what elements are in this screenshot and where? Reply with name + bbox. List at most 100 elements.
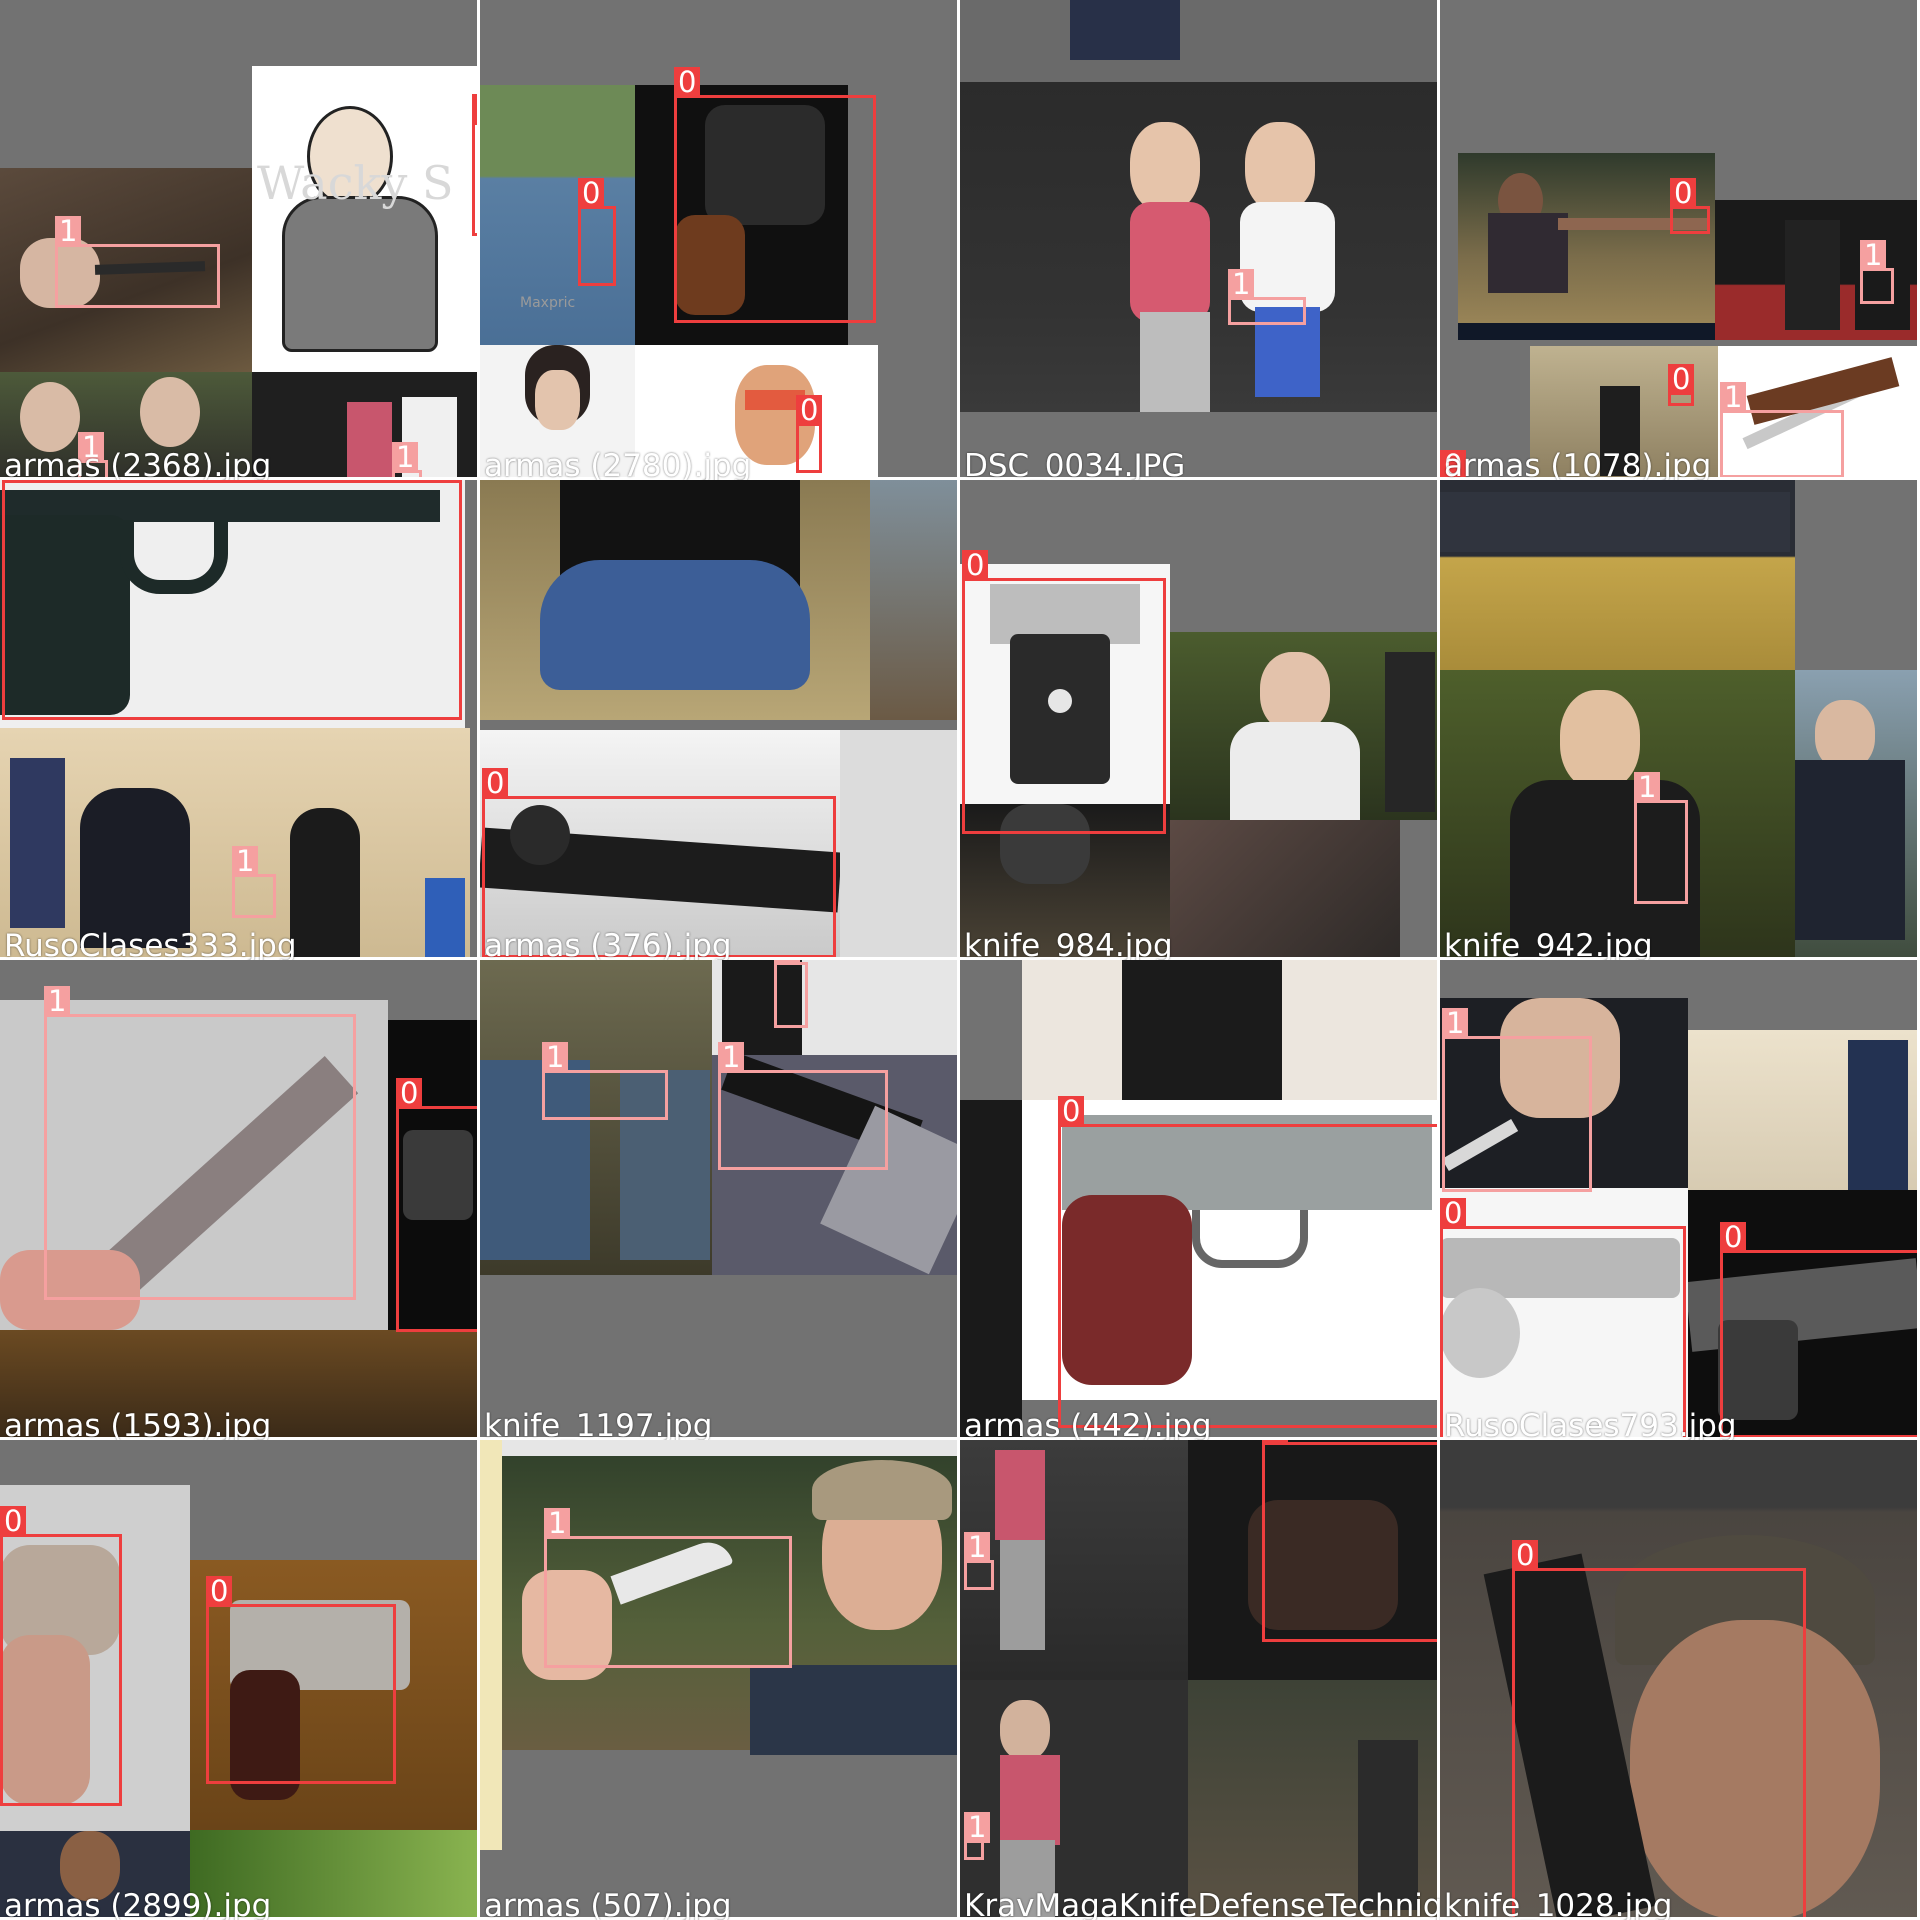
bbox-label: 0 — [1668, 364, 1695, 395]
mosaic-tile: 0 1 RusoClases333.jpg — [0, 480, 480, 960]
bbox-class-1: 1 — [55, 216, 220, 308]
photo — [960, 1100, 1022, 1440]
bbox-label: 0 — [796, 395, 823, 426]
bbox-label: 1 — [392, 442, 419, 473]
mosaic-tile: 1 DSC_0034.JPG — [960, 0, 1440, 480]
image-filename: armas (2899).jpg — [4, 1888, 272, 1920]
bbox-label: 1 — [544, 1508, 571, 1539]
bbox-class-0: 0 — [796, 395, 823, 473]
bbox-class-1: 1 — [718, 1042, 888, 1170]
bbox-label: 1 — [1860, 240, 1887, 271]
image-filename: armas (507).jpg — [484, 1888, 732, 1920]
bbox-label: 1 — [44, 986, 71, 1017]
bbox-label: 0 — [962, 550, 989, 581]
photo — [960, 1440, 1188, 1680]
bbox-class-0: 0 — [1058, 1096, 1440, 1428]
photo — [840, 730, 960, 960]
bbox-class-0: 0 — [472, 94, 480, 236]
bbox-label: 1 — [1634, 772, 1661, 803]
image-filename: knife_984.jpg — [964, 928, 1173, 960]
bbox-class-0: 0 — [578, 178, 616, 286]
photo — [870, 480, 960, 720]
mosaic-tile: Wacky S 1 0 1 0 1 armas (2368).jpg — [0, 0, 480, 480]
bbox-label: 1 — [964, 1812, 991, 1843]
image-filename: RusoClases333.jpg — [4, 928, 297, 960]
bbox-label: 0 — [674, 67, 701, 98]
bbox-class-0: 0 — [1512, 1540, 1806, 1920]
image-filename: armas (1593).jpg — [4, 1408, 272, 1440]
mosaic-tile: 1 0 0 RusoClases793.jpg — [1440, 960, 1920, 1440]
bbox-class-1: 1 — [774, 960, 808, 1028]
bbox-label: 0 — [1670, 178, 1697, 209]
bbox-class-1: 1 — [1860, 240, 1894, 304]
mosaic-tile: 0 1 knife_942.jpg — [1440, 480, 1920, 960]
bbox-label: 0 — [1720, 1222, 1747, 1253]
bbox-label: 0 — [1512, 1540, 1539, 1571]
bbox-class-0: 0 — [396, 1078, 480, 1332]
bbox-class-0: 0 — [206, 1576, 396, 1784]
mosaic-tile: 1 0 armas (1593).jpg — [0, 960, 480, 1440]
mosaic-tile: Maxpric 0 0 0 armas (2780).jpg — [480, 0, 960, 480]
bbox-class-1: 1 — [1720, 382, 1844, 478]
mosaic-tile: 0 armas (442).jpg — [960, 960, 1440, 1440]
bbox-class-1: 1 — [1634, 772, 1688, 904]
bbox-label: 0 — [472, 94, 480, 125]
bbox-label: 0 — [482, 768, 509, 799]
photo — [1170, 632, 1440, 820]
image-filename: DSC_0034.JPG — [964, 448, 1186, 480]
bbox-class-0: 0 — [2, 480, 462, 720]
image-filename: knife_942.jpg — [1444, 928, 1653, 960]
bbox-label: 1 — [1442, 1008, 1469, 1039]
photo — [480, 1440, 502, 1850]
image-filename: RusoClases793.jpg — [1444, 1408, 1737, 1440]
image-filename: knife_1197.jpg — [484, 1408, 713, 1440]
mosaic-tile: 0 0 armas (2899).jpg — [0, 1440, 480, 1920]
photo — [960, 1680, 1188, 1920]
image-filename: armas (442).jpg — [964, 1408, 1212, 1440]
bbox-label: 0 — [2, 480, 29, 483]
photo — [480, 480, 870, 720]
mosaic-grid: Wacky S 1 0 1 0 1 armas (2368).jpg Maxpr… — [0, 0, 1920, 1920]
photo: Wacky S — [252, 66, 480, 372]
bbox-label: 0 — [1440, 1198, 1467, 1229]
bbox-label: 0 — [396, 1078, 423, 1109]
photo — [960, 82, 1440, 412]
mosaic-tile: 1 0 1 KravMagaKnifeDefenseTechniques1063… — [960, 1440, 1440, 1920]
bbox-class-0: 0 — [962, 550, 1166, 834]
image-filename: armas (376).jpg — [484, 928, 732, 960]
image-filename: knife_1028.jpg — [1444, 1888, 1673, 1920]
bbox-class-1: 1 — [232, 846, 276, 918]
bbox-label: 0 — [1262, 1440, 1289, 1445]
bbox-label: 1 — [718, 1042, 745, 1073]
photo — [712, 960, 960, 1055]
bbox-class-1: 1 — [964, 1812, 991, 1860]
bbox-label: 0 — [1058, 1096, 1085, 1127]
photo — [750, 1665, 960, 1755]
photo — [1440, 670, 1795, 960]
image-filename: armas (1078).jpg — [1444, 448, 1712, 480]
bbox-class-0: 0 — [0, 1506, 122, 1806]
photo — [1688, 1030, 1920, 1190]
bbox-label: 1 — [232, 846, 259, 877]
bbox-label: 0 — [0, 1506, 27, 1537]
bbox-class-0: 0 — [1262, 1440, 1440, 1642]
bbox-label: 1 — [55, 216, 82, 247]
bbox-class-1: 1 — [392, 442, 422, 480]
bbox-label: 0 — [206, 1576, 233, 1607]
bbox-class-1: 1 — [964, 1532, 994, 1590]
photo — [1795, 670, 1920, 960]
image-filename: KravMagaKnifeDefenseTechniques1063.jpg — [964, 1888, 1440, 1920]
bbox-class-1: 1 — [1228, 269, 1306, 325]
bbox-class-0: 0 — [674, 67, 876, 323]
mosaic-tile: 0 knife_984.jpg — [960, 480, 1440, 960]
image-filename: armas (2780).jpg — [484, 448, 752, 480]
bbox-label: 0 — [578, 178, 605, 209]
mosaic-tile: 0 knife_1028.jpg — [1440, 1440, 1920, 1920]
photo — [1170, 820, 1400, 960]
bbox-label: 1 — [774, 960, 801, 965]
mosaic-tile: 0 1 armas (376).jpg — [480, 480, 960, 960]
photo — [1440, 480, 1795, 670]
bbox-class-1: 1 — [1442, 1008, 1592, 1192]
photo — [1188, 1680, 1440, 1920]
bbox-class-1: 1 — [44, 986, 356, 1300]
